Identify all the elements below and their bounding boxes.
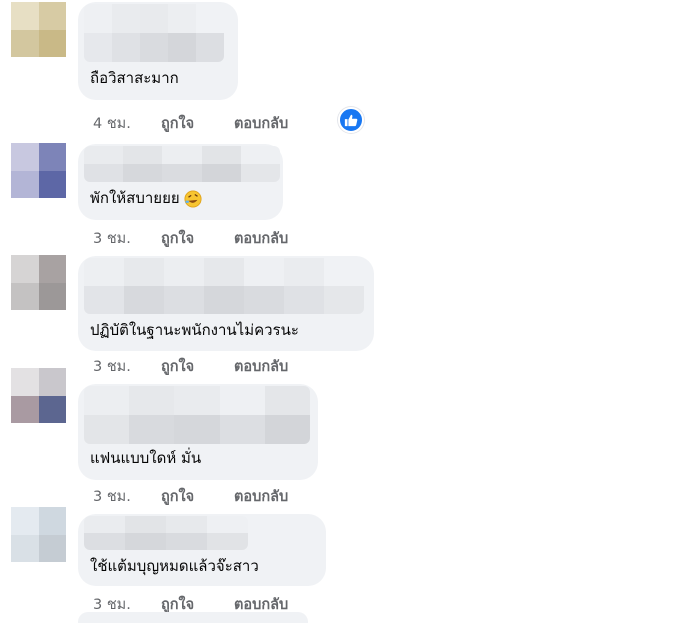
reply-button[interactable]: ตอบกลับ	[234, 355, 288, 378]
comment-actions: 4 ชม. ถูกใจ ตอบกลับ	[93, 113, 288, 133]
commenter-name[interactable]	[84, 258, 364, 314]
comment-text-body: พักให้สบายยย	[90, 189, 180, 207]
comment-bubble: แฟนแบบใดห์ มั่น	[78, 384, 318, 480]
avatar[interactable]	[11, 507, 66, 562]
avatar[interactable]	[11, 368, 66, 423]
comment-timestamp[interactable]: 3 ชม.	[93, 227, 161, 250]
reply-button[interactable]: ตอบกลับ	[234, 227, 288, 250]
thumbs-up-icon	[344, 114, 358, 127]
commenter-name[interactable]	[84, 386, 310, 444]
comment-actions: 3 ชม. ถูกใจ ตอบกลับ	[93, 486, 288, 506]
like-button[interactable]: ถูกใจ	[161, 485, 234, 508]
comment-text: ปฏิบัติในฐานะพนักงานไม่ควรนะ	[90, 321, 299, 339]
like-button[interactable]: ถูกใจ	[161, 355, 234, 378]
reply-button[interactable]: ตอบกลับ	[234, 112, 288, 135]
comment-timestamp[interactable]: 3 ชม.	[93, 485, 161, 508]
comment-text: แฟนแบบใดห์ มั่น	[90, 449, 202, 467]
like-button[interactable]: ถูกใจ	[161, 227, 234, 250]
avatar[interactable]	[11, 255, 66, 310]
comment-bubble: ถือวิสาสะมาก	[78, 2, 238, 100]
comment-text: ถือวิสาสะมาก	[90, 69, 179, 87]
reaction-badge[interactable]	[338, 107, 364, 133]
commenter-name[interactable]	[84, 516, 248, 550]
commenter-name[interactable]	[84, 4, 224, 62]
avatar[interactable]	[11, 2, 66, 57]
comment-bubble: ใช้แต้มบุญหมดแล้วจ๊ะสาว	[78, 514, 326, 586]
comment-bubble: ปฏิบัติในฐานะพนักงานไม่ควรนะ	[78, 256, 374, 351]
like-button[interactable]: ถูกใจ	[161, 112, 234, 135]
reply-button[interactable]: ตอบกลับ	[234, 485, 288, 508]
rolling-on-floor-laughing-emoji	[184, 189, 202, 208]
comment-bubble: พักให้สบายยย	[78, 144, 283, 220]
comment-timestamp[interactable]: 4 ชม.	[93, 112, 161, 135]
comment-actions: 3 ชม. ถูกใจ ตอบกลับ	[93, 356, 288, 376]
commenter-name[interactable]	[84, 146, 280, 182]
comment-actions: 3 ชม. ถูกใจ ตอบกลับ	[93, 228, 288, 248]
avatar[interactable]	[11, 143, 66, 198]
comment-text: ใช้แต้มบุญหมดแล้วจ๊ะสาว	[90, 557, 259, 575]
comment-actions: 3 ชม. ถูกใจ ตอบกลับ	[93, 594, 288, 614]
comment-timestamp[interactable]: 3 ชม.	[93, 355, 161, 378]
comment-text: พักให้สบายยย	[90, 188, 202, 208]
comment-bubble-partial	[78, 612, 308, 623]
